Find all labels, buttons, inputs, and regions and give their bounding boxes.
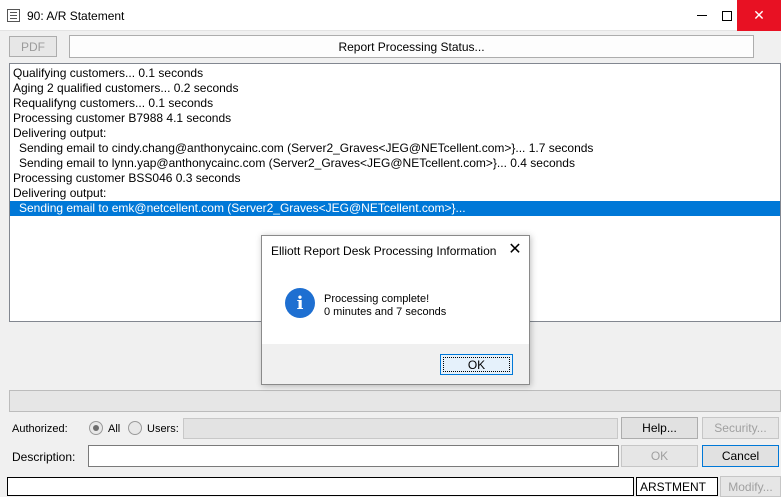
dialog-close-button[interactable]: ✕ xyxy=(506,240,524,258)
log-line[interactable]: Sending email to emk@netcellent.com (Ser… xyxy=(10,201,780,216)
security-button[interactable]: Security... xyxy=(702,417,779,439)
dialog-title: Elliott Report Desk Processing Informati… xyxy=(271,244,497,258)
authorized-users-label: Users: xyxy=(147,423,179,435)
description-label: Description: xyxy=(12,450,76,464)
progress-bar xyxy=(9,390,781,412)
close-icon: ✕ xyxy=(753,7,765,23)
authorized-all-label: All xyxy=(108,423,121,435)
ok-button[interactable]: OK xyxy=(621,445,698,467)
log-line[interactable]: Sending email to cindy.chang@anthonycain… xyxy=(10,141,780,156)
authorized-users-radio[interactable] xyxy=(128,421,142,435)
log-line[interactable]: Aging 2 qualified customers... 0.2 secon… xyxy=(10,81,780,96)
help-button[interactable]: Help... xyxy=(621,417,698,439)
log-line[interactable]: Delivering output: xyxy=(10,186,780,201)
window-close-button[interactable]: ✕ xyxy=(737,0,781,31)
dialog-message-line1: Processing complete! xyxy=(324,293,430,305)
maximize-icon xyxy=(722,10,732,21)
cancel-button[interactable]: Cancel xyxy=(702,445,779,467)
info-icon: i xyxy=(285,288,315,318)
log-list: Qualifying customers... 0.1 seconds Aging… xyxy=(10,66,780,216)
log-line[interactable]: Qualifying customers... 0.1 seconds xyxy=(10,66,780,81)
log-line[interactable]: Sending email to lynn.yap@anthonycainc.c… xyxy=(10,156,780,171)
log-line[interactable]: Processing customer BSS046 0.3 seconds xyxy=(10,171,780,186)
status-field xyxy=(7,477,634,496)
dialog-footer: OK xyxy=(262,344,529,384)
window-title: 90: A/R Statement xyxy=(27,9,125,23)
report-processing-status-button[interactable]: Report Processing Status... xyxy=(69,35,754,58)
app-icon xyxy=(7,9,20,22)
pdf-button[interactable]: PDF xyxy=(9,36,57,57)
log-line[interactable]: Requalifyng customers... 0.1 seconds xyxy=(10,96,780,111)
description-input[interactable] xyxy=(88,445,619,467)
dialog-ok-button[interactable]: OK xyxy=(440,354,513,375)
title-bar: 90: A/R Statement ✕ xyxy=(0,0,781,31)
authorized-all-radio[interactable] xyxy=(89,421,103,435)
program-name: ARSTMENT xyxy=(636,477,718,496)
log-line[interactable]: Processing customer B7988 4.1 seconds xyxy=(10,111,780,126)
modify-button[interactable]: Modify... xyxy=(720,476,781,497)
log-line[interactable]: Delivering output: xyxy=(10,126,780,141)
users-input[interactable] xyxy=(183,418,618,439)
close-icon: ✕ xyxy=(508,241,522,258)
authorized-label: Authorized: xyxy=(12,423,68,435)
dialog-message-line2: 0 minutes and 7 seconds xyxy=(324,306,447,318)
processing-info-dialog: Elliott Report Desk Processing Informati… xyxy=(261,235,530,385)
